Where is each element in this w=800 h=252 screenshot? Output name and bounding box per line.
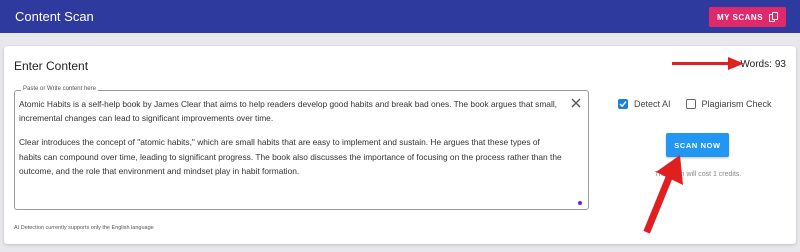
typing-indicator-dot: [578, 201, 582, 205]
scan-now-button[interactable]: SCAN NOW: [666, 133, 729, 157]
word-count: Words: 93: [740, 59, 786, 70]
close-icon[interactable]: [568, 95, 584, 111]
plagiarism-checkbox[interactable]: [685, 99, 696, 109]
app-header: Content Scan MY SCANS: [0, 0, 800, 33]
card-heading: Enter Content: [14, 59, 89, 73]
app-title: Content Scan: [15, 9, 94, 24]
content-card: Enter Content Words: 93 Paste or Write co…: [4, 46, 796, 244]
plagiarism-check-option[interactable]: Plagiarism Check: [685, 99, 772, 109]
textarea-label: Paste or Write content here: [21, 86, 98, 92]
detect-ai-checkbox[interactable]: [618, 99, 628, 109]
textarea-content[interactable]: Atomic Habits is a self-help book by Jam…: [19, 97, 564, 178]
scan-options: Detect AI Plagiarism Check: [618, 99, 772, 109]
content-textarea[interactable]: Paste or Write content here Atomic Habit…: [14, 86, 589, 210]
word-count-value: 93: [774, 59, 786, 70]
paragraph-2: Clear introduces the concept of "atomic …: [19, 137, 562, 176]
my-scans-label: MY SCANS: [716, 12, 764, 22]
credit-cost-note: This scan will cost 1 credits.: [654, 171, 742, 178]
detect-ai-label: Detect AI: [634, 99, 671, 109]
detect-ai-option[interactable]: Detect AI: [618, 99, 671, 109]
language-support-note: AI Detection currently supports only the…: [14, 225, 154, 231]
paragraph-1: Atomic Habits is a self-help book by Jam…: [19, 99, 558, 124]
my-scans-button[interactable]: MY SCANS: [709, 7, 786, 27]
word-count-label: Words:: [740, 59, 772, 70]
plagiarism-label: Plagiarism Check: [701, 99, 772, 109]
check-icon: [619, 101, 627, 108]
copy-icon: [769, 12, 779, 22]
